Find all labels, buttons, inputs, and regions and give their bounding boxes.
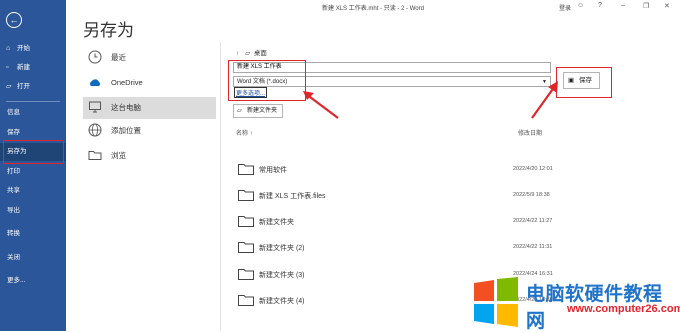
nav-item-new[interactable]: ▫ 新建: [0, 59, 66, 77]
clock-icon: [88, 50, 102, 64]
page-title: 另存为: [83, 21, 134, 40]
list-item[interactable]: 新建文件夹 (2) 2022/4/22 11:31: [234, 236, 598, 260]
annotation-box-save-as: [3, 140, 64, 164]
document-title: 新建 XLS 工作表.mht - 只读 - 2 - Word: [322, 6, 424, 12]
folder-icon: [88, 151, 102, 160]
location-recent[interactable]: 最近: [83, 47, 216, 69]
nav-item-transform[interactable]: 转换: [0, 225, 66, 243]
nav-item-close[interactable]: 关闭: [0, 249, 66, 267]
home-icon: ⌂: [6, 45, 11, 52]
folder-icon: [238, 164, 254, 175]
list-item[interactable]: 新建文件夹 2022/4/22 11:27: [234, 210, 598, 234]
nav-divider: [6, 101, 60, 102]
sign-in-link[interactable]: 登录: [559, 3, 571, 12]
windows-logo-icon: [474, 277, 518, 327]
list-item[interactable]: 常用软件 2022/4/20 12:01: [234, 158, 598, 182]
pane-divider: [220, 42, 221, 331]
annotation-box-save: [556, 67, 612, 98]
word-save-as-window: ← ⌂ 开始 ▫ 新建 ▱ 打开 信息 保存 另存为 打印 共享 导出 转换 关…: [0, 0, 680, 332]
breadcrumb-location[interactable]: 桌面: [254, 50, 267, 57]
smile-icon[interactable]: ☺: [577, 2, 584, 9]
nav-item-info[interactable]: 信息: [0, 104, 66, 122]
back-arrow-icon[interactable]: ←: [6, 12, 22, 28]
location-onedrive[interactable]: OneDrive: [83, 73, 216, 95]
column-header-name[interactable]: 名称 ↑: [236, 128, 253, 137]
new-folder-button[interactable]: ▱ 新建文件夹: [233, 104, 283, 118]
help-icon[interactable]: ?: [598, 2, 602, 9]
restore-icon[interactable]: ❐: [643, 2, 649, 10]
annotation-arrow-right: [531, 81, 558, 119]
nav-item-home[interactable]: ⌂ 开始: [0, 40, 66, 58]
computer-icon: [89, 101, 101, 113]
nav-item-more[interactable]: 更多...: [0, 272, 66, 290]
folder-icon: [238, 242, 254, 253]
nav-item-print[interactable]: 打印: [0, 163, 66, 181]
close-icon[interactable]: ✕: [664, 2, 670, 10]
minimize-icon[interactable]: –: [621, 2, 625, 9]
folder-icon: [238, 216, 254, 227]
folder-icon: [238, 295, 254, 306]
cloud-icon: [90, 79, 101, 86]
new-folder-icon: ▱: [237, 108, 242, 114]
globe-icon: [88, 123, 102, 137]
annotation-arrow-left: [303, 91, 339, 119]
backstage-nav: ← ⌂ 开始 ▫ 新建 ▱ 打开 信息 保存 另存为 打印 共享 导出 转换 关…: [0, 0, 66, 331]
list-item[interactable]: 新建 XLS 工作表.files 2022/5/9 18:38: [234, 184, 598, 208]
nav-item-share[interactable]: 共享: [0, 182, 66, 200]
folder-icon: ▱: [245, 50, 251, 57]
nav-item-export[interactable]: 导出: [0, 202, 66, 220]
up-arrow-icon[interactable]: ↑: [236, 50, 239, 57]
annotation-box-filename: [228, 60, 306, 101]
watermark-url: www.computer26.com: [567, 303, 680, 315]
column-header-date[interactable]: 修改日期: [518, 128, 542, 137]
nav-item-open[interactable]: ▱ 打开: [0, 78, 66, 96]
location-add-place[interactable]: 添加位置: [83, 120, 216, 142]
title-bar: 新建 XLS 工作表.mht - 只读 - 2 - Word 登录 ☺ ? – …: [66, 0, 680, 14]
location-browse[interactable]: 浏览: [83, 145, 216, 167]
folder-icon: [238, 269, 254, 280]
folder-icon: [238, 190, 254, 201]
new-doc-icon: ▫: [6, 64, 9, 71]
breadcrumb: ↑ ▱ 桌面: [236, 47, 267, 57]
folder-open-icon: ▱: [6, 83, 12, 90]
location-this-pc[interactable]: 这台电脑: [83, 97, 216, 119]
